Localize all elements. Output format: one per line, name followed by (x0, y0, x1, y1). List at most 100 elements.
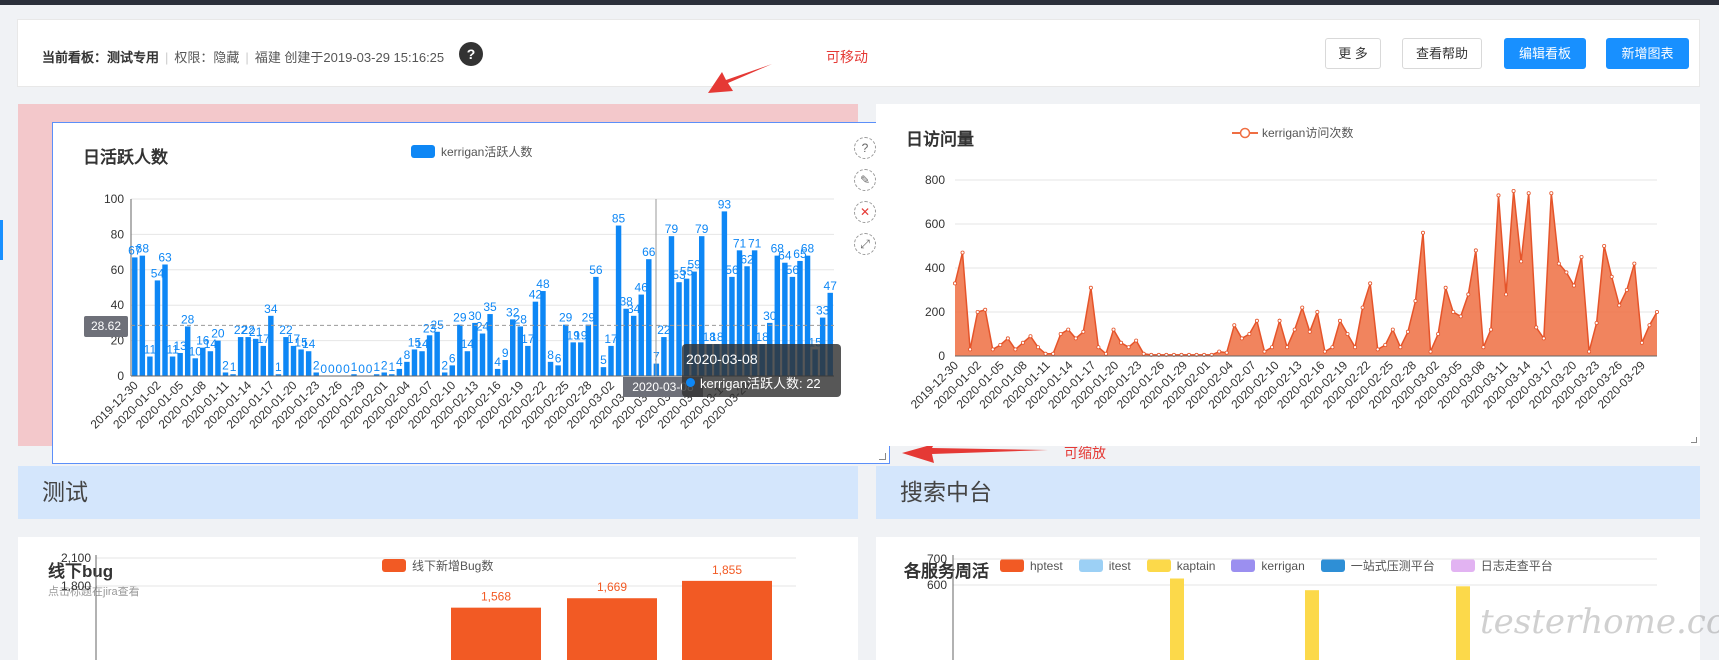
y-tick-label: 0 (117, 369, 124, 383)
bar (139, 255, 146, 376)
data-label: 47 (824, 279, 838, 293)
bug-chart: 1,800 2,100 1,568 1,669 1,855 (61, 551, 796, 660)
data-label: 0 (366, 362, 373, 376)
data-label: 85 (612, 212, 626, 226)
delete-icon[interactable]: ✕ (854, 201, 876, 223)
bar (682, 580, 772, 660)
average-label: 28.62 (84, 316, 128, 337)
data-point (1594, 320, 1599, 325)
bar (487, 314, 493, 376)
bar (154, 280, 161, 376)
card-offline-bug[interactable]: 线下bug 点击标题在jira查看 线下新增Bug数 1,800 2,100 1,5… (18, 537, 858, 660)
data-point (1451, 309, 1456, 314)
data-label: 0 (358, 362, 365, 376)
permission-label: 权限：隐藏 (174, 50, 240, 65)
card-daily-active[interactable]: 日活跃人数 kerrigan活跃人数 ? ✎ ✕ ⤢ 0 20 40 60 80 100 6… (52, 122, 890, 464)
data-point (1247, 331, 1252, 336)
bar (419, 351, 425, 376)
data-point (1337, 318, 1342, 323)
bar (298, 349, 304, 376)
data-label: 14 (302, 337, 316, 351)
data-label: 93 (718, 197, 732, 211)
data-point (1458, 314, 1463, 319)
bar (1305, 590, 1319, 660)
question-icon[interactable]: ? (854, 137, 876, 159)
data-point (1051, 351, 1056, 356)
question-circle-icon[interactable]: ? (459, 42, 483, 66)
data-label: 11 (144, 343, 157, 357)
data-point (1602, 243, 1607, 248)
data-point (953, 281, 958, 286)
data-point (1096, 345, 1101, 350)
movable-arrow (708, 64, 772, 93)
data-point (1028, 334, 1033, 339)
bar (449, 365, 455, 376)
data-point (1466, 292, 1471, 297)
data-point (1036, 345, 1041, 350)
data-point (983, 307, 988, 312)
data-label: 2 (381, 358, 388, 372)
data-label: 2 (222, 358, 229, 372)
bar (260, 345, 267, 376)
data-point (1534, 325, 1539, 330)
bar (464, 351, 471, 376)
data-point (1134, 338, 1139, 343)
data-label: 6 (555, 351, 562, 365)
data-point (1421, 230, 1426, 235)
data-label: 79 (695, 222, 709, 236)
bar (585, 324, 592, 376)
data-label: 64 (778, 249, 792, 263)
bar (192, 358, 198, 376)
data-label: 29 (559, 311, 573, 325)
view-help-button[interactable]: 查看帮助 (1402, 38, 1482, 69)
data-point (1285, 345, 1290, 350)
data-point (1360, 305, 1365, 310)
bar (1170, 578, 1184, 660)
data-point (990, 347, 995, 352)
bar (434, 331, 440, 376)
bar (540, 291, 546, 376)
data-point (1270, 345, 1275, 350)
bar (608, 345, 614, 376)
expand-icon[interactable]: ⤢ (854, 233, 876, 255)
data-point (1088, 285, 1093, 290)
add-chart-button[interactable]: 新增图表 (1606, 38, 1689, 69)
data-label: 1 (275, 360, 282, 374)
data-point (1639, 340, 1644, 345)
data-point (1005, 336, 1010, 341)
bar (411, 349, 418, 376)
bar (479, 333, 486, 376)
data-label: 1,669 (597, 580, 627, 594)
bar (510, 319, 516, 376)
resize-handle-icon[interactable] (879, 453, 886, 460)
data-label: 4 (494, 355, 501, 369)
data-point (1141, 351, 1146, 356)
edit-board-button[interactable]: 编辑看板 (1504, 38, 1586, 69)
data-label: 1 (230, 360, 237, 374)
data-point (1375, 347, 1380, 352)
resizable-annotation: 可缩放 (1064, 445, 1106, 461)
card-daily-visits[interactable]: 日访问量 kerrigan访问次数 0 200 400 600 800 2019-12-3… (876, 104, 1700, 446)
edit-icon[interactable]: ✎ (854, 169, 876, 191)
bar (600, 367, 607, 376)
data-point (1504, 292, 1509, 297)
dau-chart: 0204060801006768115463111328101614202 122… (88, 192, 838, 432)
data-label: 8 (404, 348, 411, 362)
data-label: 1 (388, 360, 395, 374)
y-tick-label: 0 (938, 349, 945, 363)
data-label: 29 (453, 311, 467, 325)
data-point (1428, 349, 1433, 354)
data-point (1511, 189, 1516, 194)
data-label: 56 (589, 263, 603, 277)
more-button[interactable]: 更 多 (1325, 38, 1381, 69)
data-point (998, 342, 1003, 347)
data-label: 0 (328, 362, 335, 376)
data-point (960, 250, 965, 255)
data-point (1541, 336, 1546, 341)
bar (646, 259, 652, 376)
bar (290, 345, 297, 376)
data-point (1345, 331, 1350, 336)
bar (162, 264, 168, 376)
bar (245, 337, 251, 376)
data-point (1232, 323, 1237, 328)
